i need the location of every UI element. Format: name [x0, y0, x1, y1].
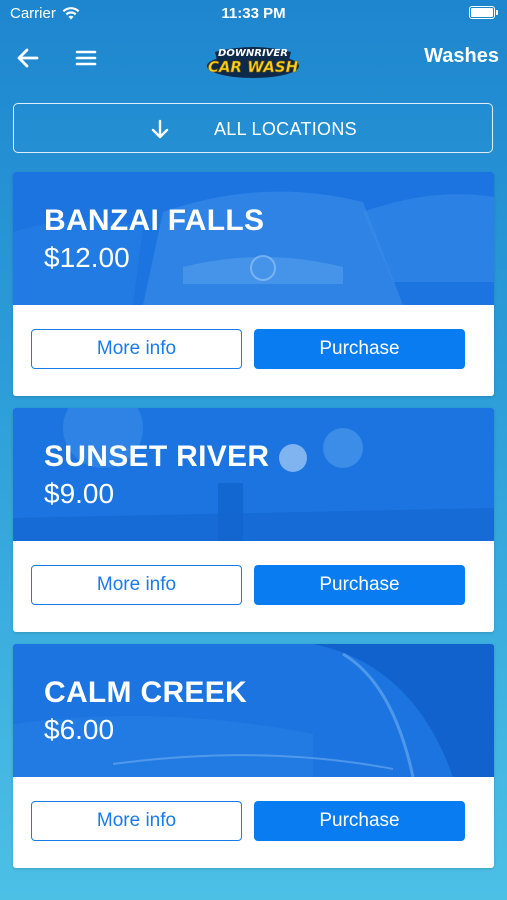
wash-card-image: BANZAI FALLS $12.00 [13, 172, 494, 305]
more-info-button[interactable]: More info [31, 801, 242, 841]
back-button[interactable] [14, 44, 42, 72]
wash-name: CALM CREEK [44, 676, 247, 709]
wash-name: BANZAI FALLS [44, 204, 265, 237]
arrow-down-icon [151, 119, 169, 139]
menu-button[interactable] [72, 44, 100, 72]
wash-card: SUNSET RIVER $9.00 More info Purchase [13, 408, 494, 632]
status-bar: Carrier 11:33 PM [0, 0, 507, 28]
wash-card: CALM CREEK $6.00 More info Purchase [13, 644, 494, 868]
purchase-button[interactable]: Purchase [254, 329, 465, 369]
wash-price: $6.00 [44, 714, 115, 745]
more-info-button[interactable]: More info [31, 565, 242, 605]
status-time: 11:33 PM [221, 5, 286, 22]
wash-price: $9.00 [44, 478, 115, 509]
wash-price: $12.00 [44, 242, 130, 273]
purchase-button[interactable]: Purchase [254, 565, 465, 605]
hamburger-icon [75, 50, 97, 66]
wash-name: SUNSET RIVER [44, 440, 270, 473]
wash-card-image: CALM CREEK $6.00 [13, 644, 494, 777]
location-filter-label: ALL LOCATIONS [214, 119, 357, 139]
battery-icon [469, 6, 498, 19]
more-info-button[interactable]: More info [31, 329, 242, 369]
wash-card: BANZAI FALLS $12.00 More info Purchase [13, 172, 494, 396]
brand-logo: DOWNRIVER CAR WASH [205, 40, 301, 80]
location-filter-button[interactable]: ALL LOCATIONS [13, 103, 493, 153]
arrow-left-icon [17, 48, 39, 68]
logo-line2: CAR WASH [208, 58, 299, 76]
wash-card-image: SUNSET RIVER $9.00 [13, 408, 494, 541]
nav-bar: DOWNRIVER CAR WASH Washes [0, 28, 507, 88]
page-title: Washes [424, 45, 499, 67]
purchase-button[interactable]: Purchase [254, 801, 465, 841]
